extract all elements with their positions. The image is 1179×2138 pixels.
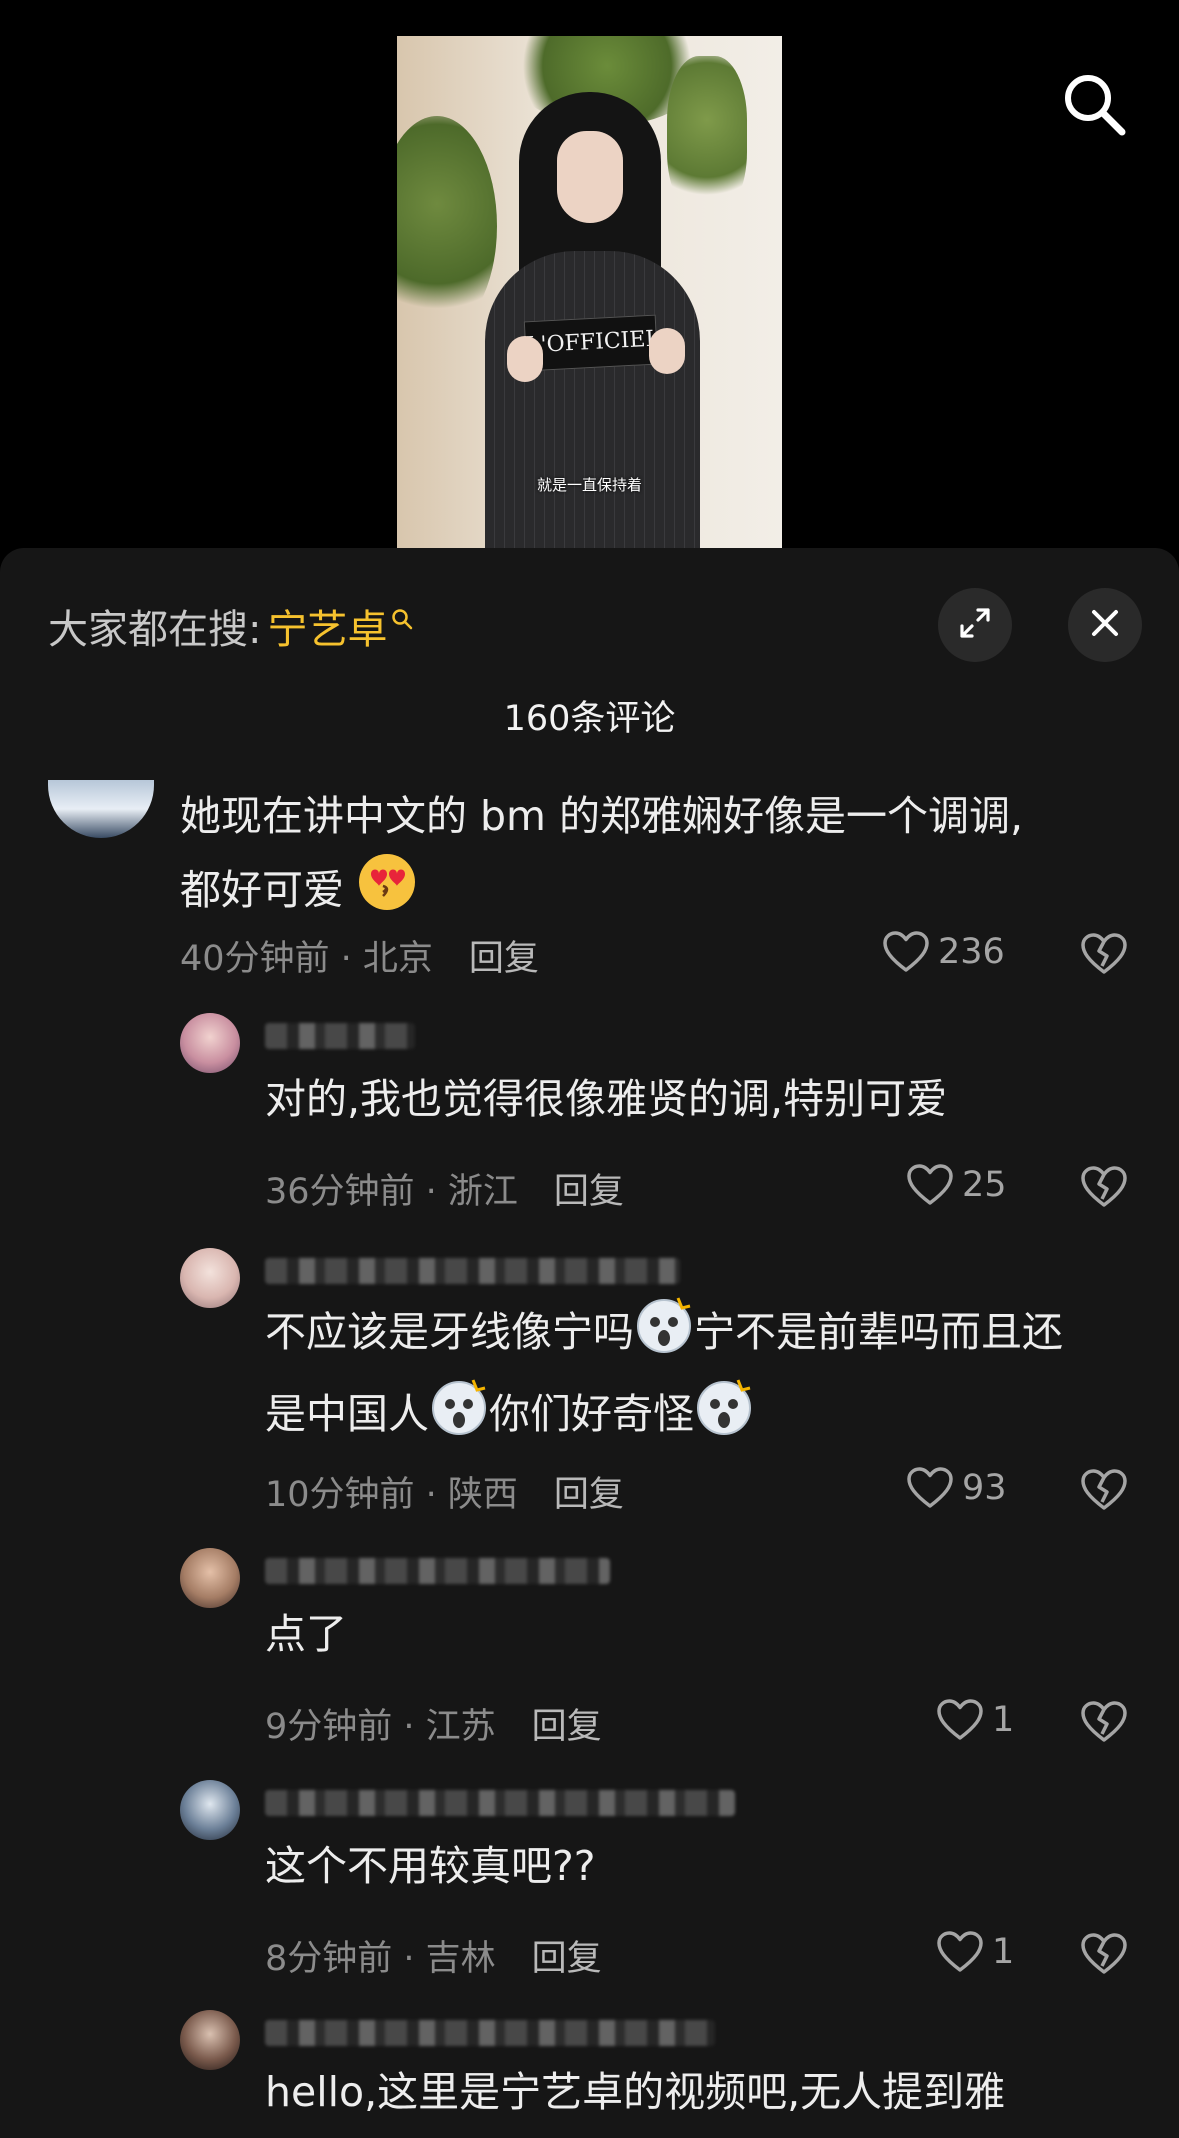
username-blurred <box>265 1258 680 1284</box>
comment-text: 不应该是牙线像宁吗 宁不是前辈吗而且还 是中国人 你们好奇怪 <box>265 1294 1063 1458</box>
reply-button[interactable]: 回复 <box>532 1930 602 1981</box>
like-count: 236 <box>938 932 1005 972</box>
like-button[interactable]: 1 <box>936 1930 1014 1974</box>
comments-panel: 大家都在搜: 宁艺卓 160条评论 她现在讲中文的 bm 的郑雅娴好像是一个调调… <box>0 548 1179 2138</box>
close-icon <box>1088 606 1122 644</box>
comment-meta: 9分钟前 · 江苏 回复 <box>265 1698 602 1749</box>
heart-icon <box>883 931 929 972</box>
comment-meta: 36分钟前 · 浙江 回复 <box>265 1163 624 1214</box>
comment-text: 对的,我也觉得很像雅贤的调,特别可爱 <box>265 1075 948 1123</box>
like-count: 93 <box>962 1468 1007 1508</box>
trending-term[interactable]: 宁艺卓 <box>267 597 387 655</box>
heart-icon <box>937 1699 983 1740</box>
video-player[interactable]: L'OFFICIEL 就是一直保持着 <box>397 36 782 548</box>
trending-search[interactable]: 大家都在搜: 宁艺卓 <box>48 596 413 656</box>
broken-heart-icon[interactable] <box>1080 932 1128 980</box>
avatar[interactable] <box>180 1248 240 1308</box>
time-location: 36分钟前 · 浙江 <box>265 1172 518 1212</box>
broken-heart-icon[interactable] <box>1080 1468 1128 1516</box>
comment-meta: 10分钟前 · 陕西 回复 <box>265 1466 624 1517</box>
reply-button[interactable]: 回复 <box>554 1466 624 1517</box>
person-face <box>557 131 623 223</box>
like-count: 1 <box>992 1700 1015 1740</box>
avatar[interactable] <box>180 2010 240 2070</box>
username-blurred <box>265 2020 715 2046</box>
heart-icon <box>907 1467 953 1508</box>
broken-heart-icon[interactable] <box>1080 1165 1128 1213</box>
person-body <box>485 251 700 548</box>
time-location: 10分钟前 · 陕西 <box>265 1475 518 1515</box>
person-hand <box>507 336 543 382</box>
time-location: 40分钟前 · 北京 <box>180 939 433 979</box>
comment-meta: 8分钟前 · 吉林 回复 <box>265 1930 602 1981</box>
like-button[interactable]: 25 <box>906 1163 1007 1207</box>
avatar[interactable] <box>180 1013 240 1073</box>
username-blurred <box>265 1023 415 1049</box>
shocked-face-emoji <box>634 1294 694 1376</box>
expand-icon <box>958 606 992 644</box>
like-count: 25 <box>962 1165 1007 1205</box>
avatar[interactable] <box>48 780 154 838</box>
like-button[interactable]: 236 <box>882 930 1005 974</box>
close-button[interactable] <box>1068 588 1142 662</box>
plant-decoration <box>667 56 747 216</box>
search-small-icon <box>391 594 413 640</box>
like-count: 1 <box>992 1932 1015 1972</box>
heart-eyes-kiss-emoji <box>357 852 417 934</box>
person-hand <box>649 328 685 374</box>
comment-text: 她现在讲中文的 bm 的郑雅娴好像是一个调调, 都好可爱 <box>180 780 1023 934</box>
expand-button[interactable] <box>938 588 1012 662</box>
screen: L'OFFICIEL 就是一直保持着 大家都在搜: 宁艺卓 160条评论 她现在… <box>0 0 1179 2138</box>
comment-meta: 40分钟前 · 北京 回复 <box>180 930 539 981</box>
magazine-card: L'OFFICIEL <box>523 314 661 372</box>
shocked-face-emoji <box>429 1376 489 1458</box>
heart-icon <box>937 1931 983 1972</box>
reply-button[interactable]: 回复 <box>532 1698 602 1749</box>
broken-heart-icon[interactable] <box>1080 1932 1128 1980</box>
avatar[interactable] <box>180 1548 240 1608</box>
reply-button[interactable]: 回复 <box>554 1163 624 1214</box>
video-subtitle: 就是一直保持着 <box>536 476 642 494</box>
avatar[interactable] <box>180 1780 240 1840</box>
search-icon[interactable] <box>1060 70 1130 140</box>
username-blurred <box>265 1790 735 1816</box>
comment-count: 160条评论 <box>503 699 676 739</box>
comment-text: 这个不用较真吧?? <box>265 1842 596 1890</box>
time-location: 9分钟前 · 江苏 <box>265 1707 496 1747</box>
trending-label: 大家都在搜: <box>48 607 262 653</box>
comment-text: 点了 <box>265 1610 347 1658</box>
comment-text: hello,这里是宁艺卓的视频吧,无人提到雅 <box>265 2068 1006 2116</box>
time-location: 8分钟前 · 吉林 <box>265 1939 496 1979</box>
broken-heart-icon[interactable] <box>1080 1700 1128 1748</box>
username-blurred <box>265 1558 610 1584</box>
like-button[interactable]: 93 <box>906 1466 1007 1510</box>
heart-icon <box>907 1164 953 1205</box>
shocked-face-emoji <box>694 1376 754 1458</box>
reply-button[interactable]: 回复 <box>469 930 539 981</box>
like-button[interactable]: 1 <box>936 1698 1014 1742</box>
